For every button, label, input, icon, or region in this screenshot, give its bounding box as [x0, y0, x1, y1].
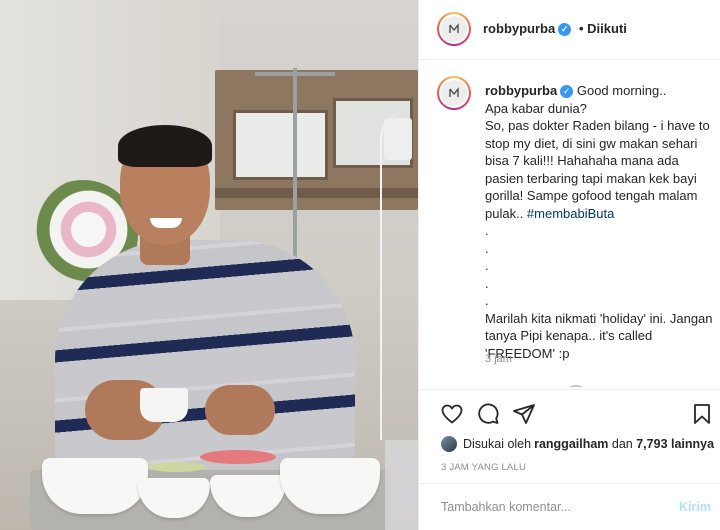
liker-avatar[interactable] — [441, 436, 457, 452]
caption-body-end: . . . . . Marilah kita nikmati 'holiday'… — [485, 223, 713, 361]
post-sidebar: robbypurba ✓ • Diikuti robbypurba ✓ Good m… — [418, 0, 720, 530]
heart-icon — [441, 404, 463, 424]
likes-summary: Disukai oleh ranggailham dan 7,793 lainn… — [441, 436, 714, 452]
caption-timestamp[interactable]: 3 jam — [485, 353, 512, 365]
avatar-ring — [439, 78, 469, 108]
photo-cup — [140, 388, 188, 422]
liker-username[interactable]: ranggailham — [534, 437, 608, 451]
avatar-image — [441, 80, 467, 106]
caption-body: Good morning.. Apa kabar dunia? So, pas … — [485, 83, 710, 221]
comment-button[interactable] — [475, 401, 501, 427]
like-button[interactable] — [439, 401, 465, 427]
username-text[interactable]: robbypurba — [483, 21, 555, 36]
comment-bar: Kirim — [419, 483, 720, 530]
username-link[interactable]: robbypurba ✓ — [483, 21, 572, 37]
avatar-ring — [439, 14, 469, 44]
likes-count[interactable]: 7,793 lainnya — [636, 437, 714, 451]
bookmark-icon — [694, 404, 710, 424]
photo-food — [200, 450, 276, 464]
caption-section: robbypurba ✓ Good morning.. Apa kabar dun… — [419, 60, 720, 390]
share-icon — [513, 404, 535, 424]
likes-mid: dan — [608, 437, 637, 451]
photo-water-bottle — [385, 440, 418, 530]
post-header: robbypurba ✓ • Diikuti — [419, 0, 720, 60]
avatar[interactable] — [437, 76, 471, 110]
caption-username[interactable]: robbypurba — [485, 83, 557, 98]
caption-text: robbypurba ✓ Good morning.. Apa kabar dun… — [485, 82, 713, 362]
comment-icon — [478, 403, 499, 424]
monogram-icon — [449, 23, 459, 33]
post-timestamp[interactable]: 3 JAM YANG LALU — [441, 462, 526, 473]
photo-food — [148, 462, 206, 472]
instagram-post: robbypurba ✓ • Diikuti robbypurba ✓ Good m… — [0, 0, 720, 530]
photo-bowl — [42, 458, 148, 514]
verified-badge-icon: ✓ — [560, 85, 574, 99]
share-button[interactable] — [511, 401, 537, 427]
photo-cabinet-panel — [233, 110, 328, 180]
post-photo[interactable] — [0, 0, 418, 530]
follow-status[interactable]: • Diikuti — [579, 21, 627, 36]
likes-prefix: Disukai oleh — [463, 437, 532, 451]
monogram-icon — [449, 87, 459, 97]
photo-cable — [380, 110, 410, 440]
photo-person-hand — [205, 385, 275, 435]
verified-badge-icon: ✓ — [558, 23, 572, 37]
save-button[interactable] — [689, 401, 715, 427]
comment-input[interactable] — [441, 500, 661, 514]
photo-person-smile — [150, 218, 182, 228]
avatar[interactable] — [437, 12, 471, 46]
action-bar — [419, 395, 720, 435]
avatar-image — [441, 16, 467, 42]
post-comment-button[interactable]: Kirim — [679, 500, 711, 514]
loading-indicator-icon — [569, 385, 583, 391]
photo-person-hair — [118, 125, 212, 167]
hashtag-link[interactable]: #membabiButa — [527, 206, 614, 221]
